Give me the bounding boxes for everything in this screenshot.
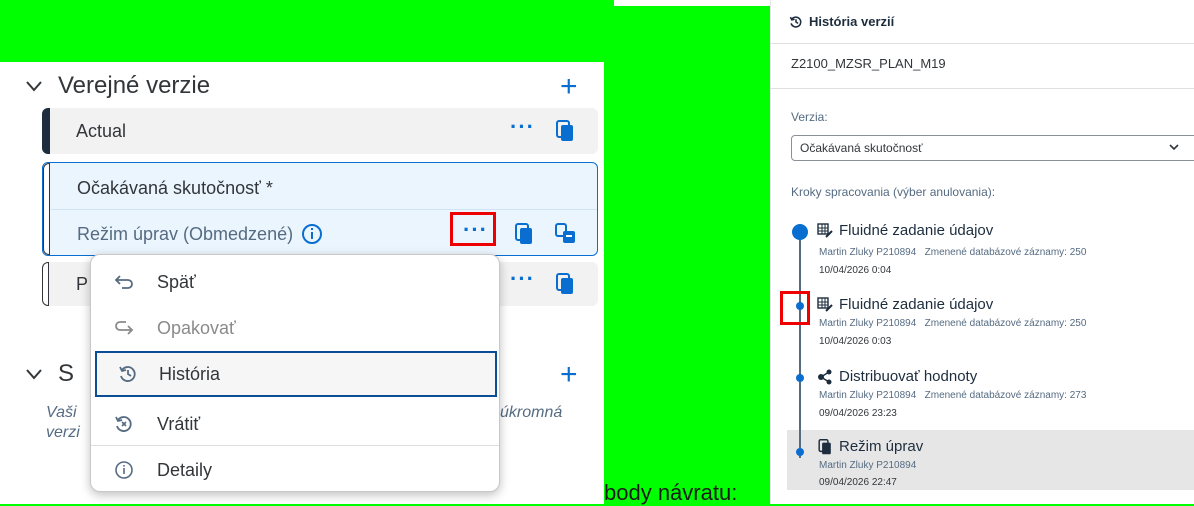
version-color-bar bbox=[42, 262, 49, 306]
public-versions-title: Verejné verzie bbox=[58, 72, 211, 99]
version-color-bar bbox=[43, 163, 50, 255]
chevron-down-icon bbox=[1169, 144, 1179, 151]
info-icon bbox=[115, 461, 133, 479]
chevron-down-icon bbox=[26, 81, 42, 92]
step-title-text: Fluidné zadanie údajov bbox=[839, 296, 994, 313]
version-history-panel: História verzií Z2100_MZSR_PLAN_M19 Verz… bbox=[770, 0, 1194, 504]
step-changes: Zmenené databázové záznamy: 250 bbox=[924, 247, 1087, 258]
steps-label: Kroky spracovania (výber anulovania): bbox=[791, 185, 996, 199]
step-changes: Zmenené databázové záznamy: 250 bbox=[924, 318, 1087, 329]
background-caption-bottom: body návratu: bbox=[604, 480, 738, 505]
copy-icon[interactable] bbox=[515, 223, 533, 245]
publish-icon[interactable] bbox=[555, 223, 577, 245]
add-private-version-icon[interactable]: + bbox=[560, 360, 578, 390]
step-title-text: Fluidné zadanie údajov bbox=[839, 222, 994, 239]
step-user: Martin Zluky P210894 bbox=[819, 390, 917, 401]
row-divider bbox=[51, 209, 597, 210]
table-edit-icon bbox=[817, 222, 833, 238]
menu-divider bbox=[91, 445, 499, 446]
more-options-icon[interactable]: ··· bbox=[510, 114, 535, 140]
menu-item-details[interactable]: Detaily bbox=[91, 447, 499, 493]
version-color-bar bbox=[42, 108, 50, 154]
history-icon bbox=[789, 15, 802, 28]
timeline-node-current[interactable] bbox=[792, 224, 808, 240]
history-panel-header: História verzií bbox=[771, 0, 1194, 44]
version-select[interactable]: Očakávaná skutočnosť bbox=[791, 135, 1194, 161]
step-title-text: Režim úprav bbox=[839, 438, 924, 455]
undo-icon bbox=[114, 275, 133, 289]
edit-mode-label: Režim úprav (Obmedzené) bbox=[77, 223, 323, 245]
redo-icon bbox=[115, 321, 134, 335]
chevron-down-icon bbox=[26, 369, 42, 380]
step-time: 10/04/2026 0:03 bbox=[819, 336, 892, 347]
history-icon bbox=[119, 366, 136, 382]
menu-item-label: Detaily bbox=[157, 459, 213, 480]
step-title[interactable]: Distribuovať hodnoty bbox=[817, 368, 977, 385]
revert-icon bbox=[115, 416, 132, 432]
highlight-box-timeline-node bbox=[780, 291, 810, 325]
step-title[interactable]: Fluidné zadanie údajov bbox=[817, 222, 993, 239]
menu-item-label: Späť bbox=[157, 271, 196, 292]
private-hint-line2: verzi bbox=[46, 424, 80, 441]
version-row-actual[interactable]: Actual ··· bbox=[42, 108, 598, 154]
add-public-version-icon[interactable]: + bbox=[560, 72, 578, 102]
step-meta: Martin Zluky P210894 Zmenené databázové … bbox=[819, 247, 1086, 258]
step-time: 09/04/2026 22:47 bbox=[819, 477, 897, 488]
step-title-text: Distribuovať hodnoty bbox=[839, 368, 978, 385]
timeline-node[interactable] bbox=[796, 374, 804, 382]
model-name: Z2100_MZSR_PLAN_M19 bbox=[791, 56, 946, 71]
step-meta: Martin Zluky P210894 Zmenené databázové … bbox=[819, 390, 1086, 401]
edit-mode-text: Režim úprav (Obmedzené) bbox=[77, 223, 294, 244]
edit-mode-icon bbox=[818, 438, 831, 454]
divider bbox=[771, 88, 1194, 89]
step-time: 10/04/2026 0:04 bbox=[819, 265, 892, 276]
more-options-icon[interactable]: ··· bbox=[510, 266, 535, 292]
menu-item-revert[interactable]: Vrátiť bbox=[91, 401, 499, 447]
private-versions-title: S bbox=[58, 360, 75, 387]
table-edit-icon bbox=[817, 296, 833, 312]
copy-icon[interactable] bbox=[556, 273, 574, 295]
menu-item-label: Vrátiť bbox=[157, 413, 201, 434]
menu-item-undo[interactable]: Späť bbox=[91, 259, 499, 305]
version-name: Očakávaná skutočnosť * bbox=[77, 178, 273, 198]
menu-item-redo[interactable]: Opakovať bbox=[91, 305, 499, 351]
step-meta: Martin Zluky P210894 Zmenené databázové … bbox=[819, 318, 1086, 329]
white-strip bbox=[614, 0, 770, 6]
private-versions-header[interactable]: S bbox=[24, 360, 74, 388]
version-select-label: Verzia: bbox=[791, 110, 828, 124]
version-row-expected[interactable]: Očakávaná skutočnosť * Režim úprav (Obme… bbox=[42, 162, 598, 256]
step-title[interactable]: Fluidné zadanie údajov bbox=[817, 296, 993, 313]
step-time: 09/04/2026 23:23 bbox=[819, 408, 897, 419]
step-title[interactable]: Režim úprav bbox=[817, 438, 923, 455]
step-user: Martin Zluky P210894 bbox=[819, 460, 917, 471]
step-changes: Zmenené databázové záznamy: 273 bbox=[924, 390, 1087, 401]
step-user: Martin Zluky P210894 bbox=[819, 318, 917, 329]
private-hint-end: úkromná bbox=[500, 404, 563, 421]
version-name: Actual bbox=[76, 121, 127, 141]
menu-item-label: História bbox=[159, 363, 221, 384]
timeline-node[interactable] bbox=[796, 448, 804, 456]
version-context-menu: Späť Opakovať História Vrátiť Detaily bbox=[90, 254, 500, 492]
version-name: P bbox=[76, 274, 89, 294]
copy-icon[interactable] bbox=[556, 120, 574, 142]
distribute-icon bbox=[818, 369, 832, 384]
private-hint-start: Vaši bbox=[46, 404, 77, 421]
public-versions-header[interactable]: Verejné verzie bbox=[24, 72, 210, 100]
highlight-box-more-options bbox=[450, 212, 496, 246]
menu-item-label: Opakovať bbox=[157, 317, 236, 338]
timeline-line bbox=[799, 232, 801, 458]
info-icon[interactable] bbox=[301, 223, 323, 245]
version-select-value: Očakávaná skutočnosť bbox=[800, 141, 923, 155]
step-user: Martin Zluky P210894 bbox=[819, 247, 917, 258]
menu-item-history[interactable]: História bbox=[95, 351, 497, 397]
history-panel-title: História verzií bbox=[809, 14, 895, 29]
